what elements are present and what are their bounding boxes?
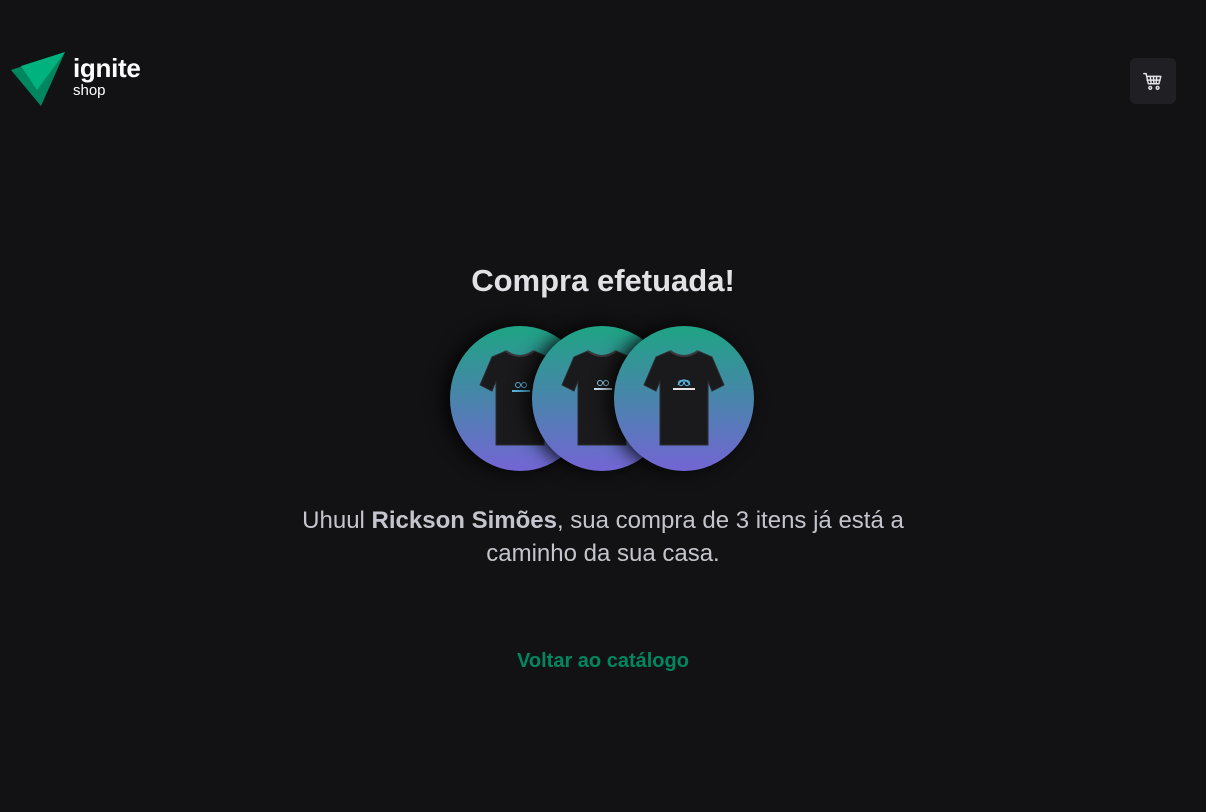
cart-button[interactable] bbox=[1130, 58, 1176, 104]
success-page: ignite shop Compra efetuada! Uhuul Ricks… bbox=[0, 0, 1206, 812]
logo-title: ignite bbox=[73, 53, 141, 83]
customer-name: Rickson Simões bbox=[371, 507, 557, 534]
page-title: Compra efetuada! bbox=[471, 263, 735, 298]
cart-icon bbox=[1143, 72, 1162, 90]
logo-subtitle: shop bbox=[73, 82, 106, 99]
t-shirt-icon bbox=[643, 349, 725, 445]
purchased-products bbox=[450, 326, 760, 471]
logo-text: ignite shop bbox=[73, 54, 141, 100]
message-prefix: Uhuul bbox=[302, 507, 372, 534]
triangle-logo-icon bbox=[11, 52, 65, 106]
logo[interactable]: ignite shop bbox=[11, 52, 141, 106]
product-image bbox=[614, 326, 754, 471]
confirmation-message: Uhuul Rickson Simões, sua compra de 3 it… bbox=[300, 504, 906, 570]
back-to-catalog-link[interactable]: Voltar ao catálogo bbox=[0, 650, 1206, 673]
